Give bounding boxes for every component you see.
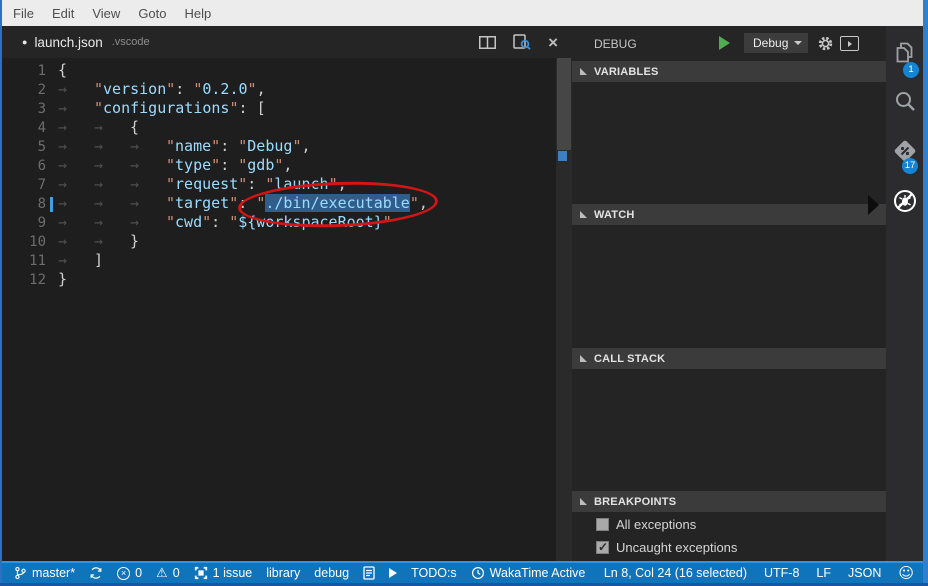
cursor-position-status[interactable]: Ln 8, Col 24 (16 selected) — [604, 566, 747, 580]
status-bar: master* × 0 ⚠ 0 1 issue library debug — [0, 561, 928, 583]
editor[interactable]: 1{2→"version": "0.2.0",3→"configurations… — [2, 58, 572, 562]
tab-file-name: launch.json — [34, 35, 102, 50]
breakpoint-checkbox-0[interactable] — [596, 518, 609, 531]
section-label: WATCH — [594, 209, 635, 221]
window-border-left — [0, 0, 2, 583]
menu-item-edit[interactable]: Edit — [43, 6, 83, 21]
activity-bar: 1 17 — [886, 26, 923, 562]
code-line-1[interactable]: 1{ — [2, 61, 556, 80]
sync-status[interactable] — [89, 566, 103, 580]
breakpoint-row[interactable]: All exceptions — [596, 516, 696, 532]
modified-dot-icon: ● — [22, 38, 27, 47]
twistie-icon — [580, 355, 587, 362]
code-line-3[interactable]: 3→"configurations": [ — [2, 99, 556, 118]
debug-console-icon[interactable] — [840, 36, 859, 51]
code-line-2[interactable]: 2→"version": "0.2.0", — [2, 80, 556, 99]
selection-overview-marker — [558, 151, 567, 161]
search-icon[interactable] — [886, 88, 923, 114]
git-branch-icon — [14, 566, 27, 580]
code-line-10[interactable]: 10→→} — [2, 232, 556, 251]
breakpoint-checkbox-1[interactable] — [596, 541, 609, 554]
status-bar-left: master* × 0 ⚠ 0 1 issue library debug — [14, 563, 585, 583]
status-bar-right: Ln 8, Col 24 (16 selected) UTF-8 LF JSON… — [604, 563, 914, 583]
smiley-icon: ☺ — [898, 566, 914, 581]
output-doc-status[interactable] — [363, 566, 375, 580]
library-status[interactable]: library — [266, 566, 300, 580]
todo-status[interactable]: TODO:s — [411, 566, 457, 580]
code-line-11[interactable]: 11→] — [2, 251, 556, 270]
breakpoint-row[interactable]: Uncaught exceptions — [596, 539, 737, 555]
code-lines: 1{2→"version": "0.2.0",3→"configurations… — [2, 61, 556, 289]
debug-icon[interactable] — [886, 188, 923, 214]
section-label: BREAKPOINTS — [594, 496, 676, 508]
code-line-5[interactable]: 5→→→"name": "Debug", — [2, 137, 556, 156]
twistie-icon — [580, 211, 587, 218]
chevron-down-icon — [794, 41, 802, 45]
debug-sidebar: DEBUG Debug VARIABLES WATCH CALL STACK — [572, 26, 886, 562]
eol-status[interactable]: LF — [816, 566, 831, 580]
git-badge: 17 — [902, 158, 918, 174]
debug-config-dropdown[interactable]: Debug — [744, 33, 808, 53]
debug-status[interactable]: debug — [314, 566, 349, 580]
breakpoint-label: Uncaught exceptions — [616, 540, 737, 555]
window-border-right — [923, 0, 928, 583]
code-line-12[interactable]: 12} — [2, 270, 556, 289]
vscode-window: File Edit View Goto Help ● launch.json .… — [0, 0, 928, 586]
prompt-chevron-icon — [848, 41, 852, 47]
configure-gear-icon[interactable] — [817, 35, 834, 52]
section-header-watch[interactable]: WATCH — [572, 204, 886, 225]
breakpoint-label: All exceptions — [616, 517, 696, 532]
issues-status[interactable]: 1 issue — [194, 566, 253, 580]
active-view-pointer — [868, 195, 879, 215]
error-count[interactable]: × 0 — [117, 566, 142, 580]
error-circle-icon: × — [117, 567, 130, 580]
code-line-4[interactable]: 4→→{ — [2, 118, 556, 137]
editor-scrollbar[interactable] — [556, 58, 572, 562]
warning-count[interactable]: ⚠ 0 — [156, 566, 180, 580]
section-label: VARIABLES — [594, 66, 659, 78]
section-header-call-stack[interactable]: CALL STACK — [572, 348, 886, 369]
debug-config-value: Debug — [753, 36, 788, 50]
section-label: CALL STACK — [594, 353, 665, 365]
twistie-icon — [580, 68, 587, 75]
tab-launch-json[interactable]: ● launch.json .vscode — [2, 26, 162, 58]
close-tab-icon[interactable]: × — [548, 34, 558, 51]
menu-item-file[interactable]: File — [4, 6, 43, 21]
language-mode-status[interactable]: JSON — [848, 566, 881, 580]
tab-folder-hint: .vscode — [112, 36, 150, 48]
scrollbar-thumb[interactable] — [557, 58, 571, 150]
warning-triangle-icon: ⚠ — [156, 567, 168, 580]
menu-item-help[interactable]: Help — [176, 6, 221, 21]
code-line-6[interactable]: 6→→→"type": "gdb", — [2, 156, 556, 175]
open-preview-icon[interactable] — [513, 34, 531, 50]
clock-icon — [471, 566, 485, 580]
tab-bar: ● launch.json .vscode × — [2, 26, 572, 58]
menu-item-view[interactable]: View — [83, 6, 129, 21]
editor-actions: × — [479, 26, 558, 58]
feedback-status[interactable]: ☺ — [898, 566, 914, 581]
text-cursor — [50, 197, 53, 212]
menu-bar: File Edit View Goto Help — [2, 0, 923, 26]
explorer-badge: 1 — [903, 62, 919, 78]
play-icon — [389, 568, 397, 578]
wakatime-status[interactable]: WakaTime Active — [471, 566, 586, 580]
run-todo-status[interactable] — [389, 568, 397, 578]
debug-panel-header: DEBUG Debug — [572, 26, 886, 61]
menu-item-goto[interactable]: Goto — [129, 6, 175, 21]
section-header-variables[interactable]: VARIABLES — [572, 61, 886, 82]
sync-icon — [89, 566, 103, 580]
git-branch-status[interactable]: master* — [14, 566, 75, 580]
twistie-icon — [580, 498, 587, 505]
section-header-breakpoints[interactable]: BREAKPOINTS — [572, 491, 886, 512]
output-doc-icon — [363, 566, 375, 580]
issues-icon — [194, 566, 208, 580]
start-debug-button[interactable] — [719, 36, 730, 50]
explorer-icon[interactable] — [886, 40, 923, 66]
split-editor-icon[interactable] — [479, 36, 496, 49]
encoding-status[interactable]: UTF-8 — [764, 566, 799, 580]
debug-panel-title: DEBUG — [594, 37, 637, 51]
